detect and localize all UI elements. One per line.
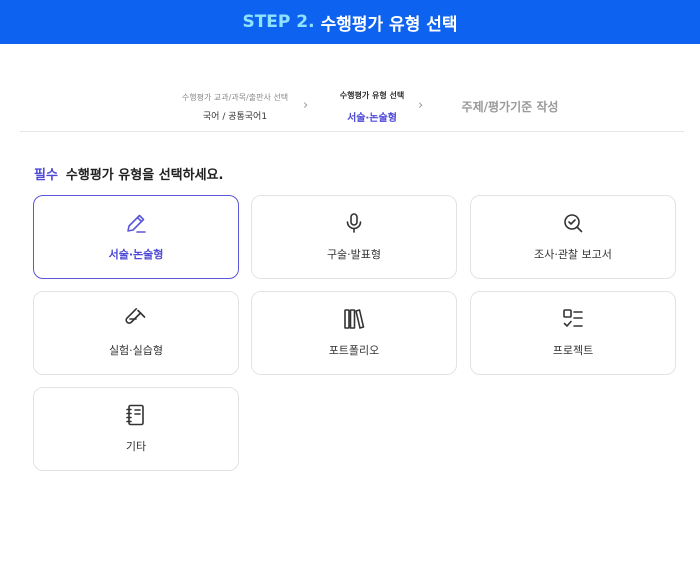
type-card-label: 실험·실습형 [108, 344, 164, 357]
stepper-step-1[interactable]: 수행평가 교과/과목/출판사 선택 국어 / 공통국어1 [170, 92, 300, 122]
step-number: STEP 2. [242, 12, 315, 32]
type-card-label: 프로젝트 [552, 344, 594, 357]
notebook-icon [123, 402, 149, 428]
type-card-portfolio[interactable]: 포트폴리오 [251, 291, 457, 375]
progress-stepper: 수행평가 교과/과목/출판사 선택 국어 / 공통국어1 › 수행평가 유형 선… [20, 86, 684, 132]
pencil-icon [123, 210, 149, 236]
stepper-step-3[interactable]: 주제/평가기준 작성 [445, 98, 575, 115]
type-card-oral[interactable]: 구술·발표형 [251, 195, 457, 279]
page-title: 수행평가 유형 선택 [320, 14, 458, 35]
chevron-right-icon: › [418, 98, 424, 113]
type-card-project[interactable]: 프로젝트 [470, 291, 676, 375]
section-heading: 필수 수행평가 유형을 선택하세요. [34, 164, 223, 183]
type-card-report[interactable]: 조사·관찰 보고서 [470, 195, 676, 279]
type-card-label: 구술·발표형 [326, 248, 382, 261]
type-card-experiment[interactable]: 실험·실습형 [33, 291, 239, 375]
test-tube-icon [123, 306, 149, 332]
type-card-other[interactable]: 기타 [33, 387, 239, 471]
step-2-caption: 수행평가 유형 선택 [339, 91, 405, 100]
step-1-caption: 수행평가 교과/과목/출판사 선택 [181, 93, 289, 102]
step-2-value: 서술·논술형 [347, 113, 397, 124]
checklist-icon [560, 306, 586, 332]
top-header: STEP 2. 수행평가 유형 선택 [0, 0, 700, 44]
type-card-label: 서술·논술형 [108, 248, 164, 261]
books-icon [341, 306, 367, 332]
type-card-label: 포트폴리오 [328, 344, 380, 357]
section-title-text: 수행평가 유형을 선택하세요. [65, 168, 224, 183]
step-1-value: 국어 / 공통국어1 [202, 112, 268, 122]
type-card-label: 기타 [125, 440, 147, 453]
chevron-right-icon: › [303, 98, 309, 113]
required-badge: 필수 [34, 168, 58, 183]
magnifier-check-icon [560, 210, 586, 236]
stepper-step-2[interactable]: 수행평가 유형 선택 서술·논술형 [322, 90, 422, 124]
microphone-icon [341, 210, 367, 236]
type-card-label: 조사·관찰 보고서 [534, 248, 612, 261]
type-card-essay[interactable]: 서술·논술형 [33, 195, 239, 279]
